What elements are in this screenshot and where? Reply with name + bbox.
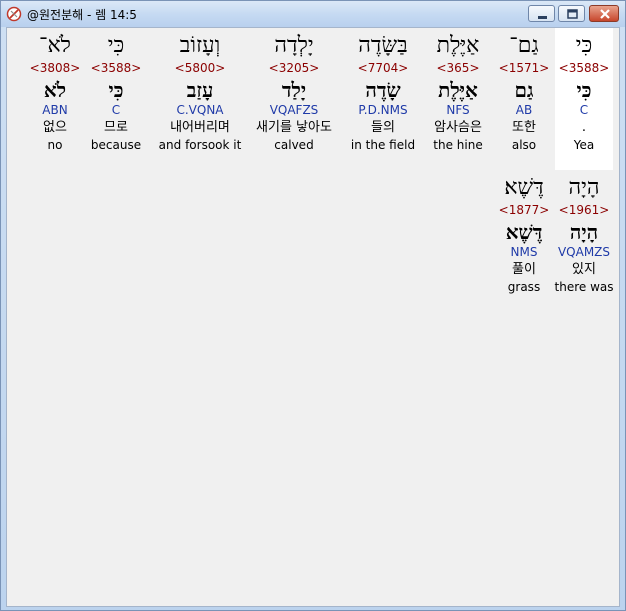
hebrew-word: יָלְדָה xyxy=(274,33,314,58)
strong-number: <1571> xyxy=(498,61,550,75)
hebrew-lemma: כִּי xyxy=(108,78,124,102)
strong-number: <1961> xyxy=(558,203,610,217)
word-column[interactable]: גַם־ <1571> גַם AB 또한 also xyxy=(499,32,550,153)
morphology-code: NFS xyxy=(446,103,470,117)
english-gloss: in the field xyxy=(350,138,416,152)
hebrew-lemma: הָיָה xyxy=(569,220,599,244)
minimize-button[interactable] xyxy=(528,5,555,22)
morphology-code: C xyxy=(111,103,121,117)
word-column[interactable]: הָיָה <1961> הָיָה VQAMZS 있지 there was xyxy=(555,174,614,295)
korean-gloss: 들의 xyxy=(371,120,395,135)
korean-gloss: 내어버리며 xyxy=(170,120,230,135)
app-icon[interactable] xyxy=(6,6,22,22)
hebrew-word: בַּשָּׂדֶה xyxy=(358,33,408,58)
english-gloss: because xyxy=(90,138,142,152)
morphology-code: AB xyxy=(515,103,533,117)
maximize-icon xyxy=(567,9,578,19)
hebrew-lemma: דֶּשֶׁא xyxy=(505,220,543,244)
english-gloss: there was xyxy=(554,280,614,294)
english-gloss: and forsook it xyxy=(158,138,242,152)
korean-gloss: 암사슴은 xyxy=(434,120,482,135)
strong-number: <3588> xyxy=(558,61,610,75)
close-button[interactable] xyxy=(589,5,619,22)
strong-number: <3205> xyxy=(268,61,320,75)
minimize-icon xyxy=(538,16,547,19)
hebrew-lemma: לֹא xyxy=(43,78,67,102)
korean-gloss: 므로 xyxy=(104,120,128,135)
korean-gloss: 없으 xyxy=(43,120,67,135)
hebrew-word: וְעָזוֹב xyxy=(179,33,221,58)
strong-number: <5800> xyxy=(174,61,226,75)
hebrew-lemma: כִּי xyxy=(576,78,592,102)
hebrew-word: כִּי xyxy=(107,33,125,58)
app-window: @원전분해 - 렘 14:5 כִּי <3588> כִּי C. Yea גַם־ <1… xyxy=(0,0,626,611)
word-column[interactable]: יָלְדָה <3205> יָלַד VQAFZS 새기를 낳아도 calved xyxy=(256,32,332,153)
title-bar[interactable]: @원전분해 - 렘 14:5 xyxy=(1,1,625,27)
strong-number: <365> xyxy=(436,61,480,75)
hebrew-word: כִּי xyxy=(575,33,593,58)
hebrew-lemma: יָלַד xyxy=(281,78,307,102)
hebrew-word: דֶּשֶׁא׃ xyxy=(504,175,544,200)
morphology-code: C.VQNA xyxy=(176,103,224,117)
english-gloss: no xyxy=(47,138,63,152)
korean-gloss: 풀이 xyxy=(512,262,536,277)
korean-gloss: 새기를 낳아도 xyxy=(256,120,332,135)
morphology-code: P.D.NMS xyxy=(358,103,408,117)
english-gloss: grass xyxy=(507,280,541,294)
korean-gloss: 있지 xyxy=(572,262,596,277)
word-column[interactable]: בַּשָּׂדֶה <7704> שָׂדֶה P.D.NMS 들의 in the fi… xyxy=(351,32,415,153)
word-column[interactable]: כִּי <3588> כִּי C 므로 because xyxy=(91,32,142,153)
english-gloss: also xyxy=(511,138,537,152)
strong-number: <7704> xyxy=(357,61,409,75)
hebrew-word: אַיֶּלֶת xyxy=(436,33,480,58)
english-gloss: the hine xyxy=(433,138,483,152)
maximize-button[interactable] xyxy=(558,5,585,22)
word-column[interactable]: דֶּשֶׁא׃ <1877> דֶּשֶׁא NMS 풀이 grass xyxy=(499,174,550,295)
close-icon xyxy=(600,9,610,19)
hebrew-word: הָיָה xyxy=(568,175,600,200)
strong-number: <3808> xyxy=(29,61,81,75)
hebrew-lemma: גַם xyxy=(514,78,534,102)
strong-number: <1877> xyxy=(498,203,550,217)
word-column[interactable]: לֹא־ <3808> לֹא ABN 없으 no xyxy=(30,32,81,153)
word-column[interactable]: אַיֶּלֶת <365> אַיֶּלֶת NFS 암사슴은 the hine xyxy=(433,32,482,153)
hebrew-lemma: שָׂדֶה xyxy=(365,78,401,102)
korean-gloss: 또한 xyxy=(512,120,536,135)
morphology-code: ABN xyxy=(42,103,68,117)
hebrew-lemma: אַיֶּלֶת xyxy=(438,78,478,102)
english-gloss: Yea xyxy=(573,138,595,152)
korean-gloss: . xyxy=(581,120,587,135)
word-column[interactable]: כִּי <3588> כִּי C. Yea xyxy=(559,32,610,153)
morphology-code: NMS xyxy=(510,245,538,259)
hebrew-lemma: עָזַב xyxy=(186,78,214,102)
morphology-code: C xyxy=(579,103,589,117)
strong-number: <3588> xyxy=(90,61,142,75)
english-gloss: calved xyxy=(274,138,314,152)
interlinear-view[interactable]: כִּי <3588> כִּי C. Yea גַם־ <1571> גַם AB 또한 also… xyxy=(6,27,620,607)
morphology-code: VQAMZS xyxy=(557,245,611,259)
hebrew-word: לֹא־ xyxy=(39,33,71,58)
morphology-code: VQAFZS xyxy=(269,103,319,117)
hebrew-word: גַם־ xyxy=(509,33,539,58)
word-column[interactable]: וְעָזוֹב <5800> עָזַב C.VQNA 내어버리며 and forsoo… xyxy=(159,32,242,153)
window-title: @원전분해 - 렘 14:5 xyxy=(27,8,137,22)
